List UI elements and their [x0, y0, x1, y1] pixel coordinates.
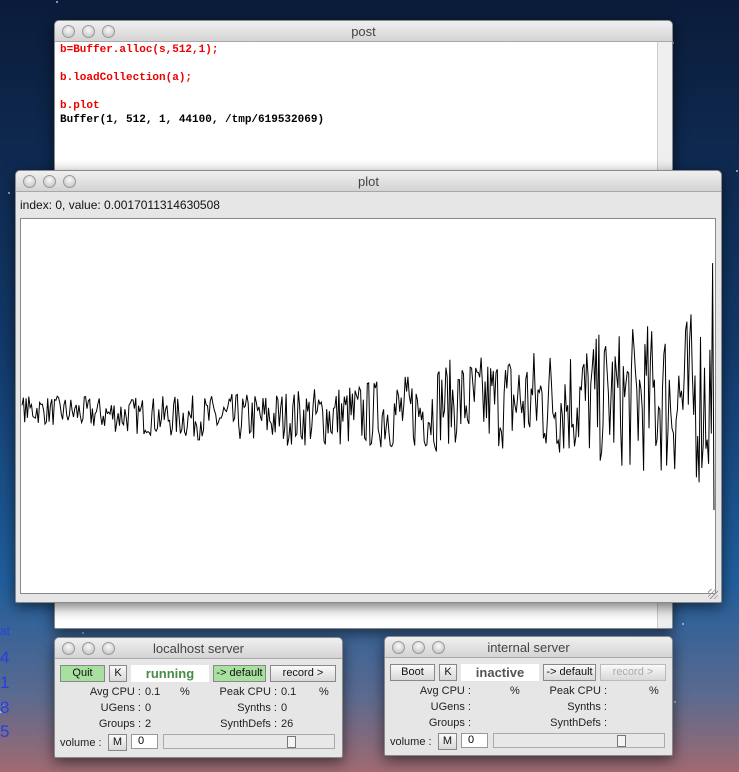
server-titlebar[interactable]: internal server	[385, 637, 672, 658]
peak-cpu-label: Peak CPU :	[549, 685, 607, 697]
localhost-server-window: localhost server Quit K running -> defau…	[54, 637, 343, 758]
mute-button[interactable]: M	[438, 733, 457, 750]
minimize-button[interactable]	[412, 641, 425, 654]
kill-button[interactable]: K	[109, 665, 127, 682]
desktop-text: at	[0, 624, 11, 638]
synthdefs-label: SynthDefs :	[550, 717, 607, 729]
synths-value: 0	[281, 702, 288, 714]
star	[673, 701, 676, 704]
percent-label: %	[510, 685, 520, 697]
synths-label: Synths :	[237, 702, 277, 714]
index-value-label: index: 0, value: 0.0017011314630508	[20, 198, 220, 212]
mute-button[interactable]: M	[108, 734, 127, 751]
synths-label: Synths :	[567, 701, 607, 713]
synthdefs-label: SynthDefs :	[220, 718, 277, 730]
star	[82, 632, 85, 635]
plot-titlebar[interactable]: plot	[16, 171, 721, 192]
post-line	[60, 57, 652, 71]
close-button[interactable]	[62, 25, 75, 38]
close-button[interactable]	[62, 642, 75, 655]
post-line: b.loadCollection(a);	[60, 72, 193, 84]
plot-window: plot index: 0, value: 0.0017011314630508	[15, 170, 722, 603]
star	[7, 191, 10, 194]
window-title: localhost server	[152, 641, 245, 656]
volume-field[interactable]: 0	[131, 734, 158, 749]
star	[56, 1, 59, 4]
slider-knob[interactable]	[617, 735, 626, 747]
volume-slider[interactable]	[163, 734, 335, 749]
volume-field[interactable]: 0	[461, 733, 488, 748]
post-line: b.plot	[60, 100, 100, 112]
ugens-value: 0	[145, 702, 152, 714]
volume-slider[interactable]	[493, 733, 665, 748]
minimize-button[interactable]	[82, 25, 95, 38]
volume-label: volume :	[390, 736, 432, 748]
server-titlebar[interactable]: localhost server	[55, 638, 342, 659]
boot-button[interactable]: Boot	[390, 664, 435, 681]
default-button[interactable]: -> default	[543, 664, 596, 681]
record-button[interactable]: record >	[600, 664, 666, 681]
percent-label: %	[649, 685, 659, 697]
synthdefs-value: 26	[281, 718, 294, 730]
status-display: inactive	[461, 664, 539, 681]
star	[681, 623, 684, 626]
window-title: post	[351, 24, 376, 39]
post-line: b=Buffer.alloc(s,512,1);	[60, 44, 219, 56]
default-button[interactable]: -> default	[213, 665, 266, 682]
zoom-button[interactable]	[63, 175, 76, 188]
desktop-text: 8	[0, 698, 10, 717]
percent-label: %	[319, 686, 329, 698]
internal-server-window: internal server Boot K inactive -> defau…	[384, 636, 673, 756]
groups-label: Groups :	[428, 717, 471, 729]
waveform-line	[21, 263, 715, 511]
status-display: running	[131, 665, 209, 682]
post-line: Buffer(1, 512, 1, 44100, /tmp/619532069)	[60, 114, 325, 126]
quit-button[interactable]: Quit	[60, 665, 105, 682]
resize-grip-icon[interactable]	[708, 589, 718, 599]
minimize-button[interactable]	[82, 642, 95, 655]
close-button[interactable]	[23, 175, 36, 188]
post-titlebar[interactable]: post	[55, 21, 672, 42]
desktop-text: 5	[0, 722, 10, 741]
volume-label: volume :	[60, 737, 102, 749]
desktop-text: 4	[0, 648, 10, 667]
minimize-button[interactable]	[43, 175, 56, 188]
ugens-label: UGens :	[100, 702, 141, 714]
avg-cpu-label: Avg CPU :	[89, 686, 141, 698]
avg-cpu-label: Avg CPU :	[419, 685, 471, 697]
zoom-button[interactable]	[432, 641, 445, 654]
groups-label: Groups :	[98, 718, 141, 730]
record-button[interactable]: record >	[270, 665, 336, 682]
window-title: plot	[358, 174, 379, 189]
window-title: internal server	[487, 640, 570, 655]
slider-knob[interactable]	[287, 736, 296, 748]
post-line	[60, 85, 652, 99]
star	[736, 169, 739, 172]
avg-cpu-value: 0.1	[145, 686, 161, 698]
groups-value: 2	[145, 718, 152, 730]
percent-label: %	[180, 686, 190, 698]
zoom-button[interactable]	[102, 25, 115, 38]
close-button[interactable]	[392, 641, 405, 654]
zoom-button[interactable]	[102, 642, 115, 655]
ugens-label: UGens :	[430, 701, 471, 713]
plot-area[interactable]	[20, 218, 716, 594]
peak-cpu-value: 0.1	[281, 686, 297, 698]
kill-button[interactable]: K	[439, 664, 457, 681]
desktop-text: 1	[0, 673, 10, 692]
peak-cpu-label: Peak CPU :	[219, 686, 277, 698]
